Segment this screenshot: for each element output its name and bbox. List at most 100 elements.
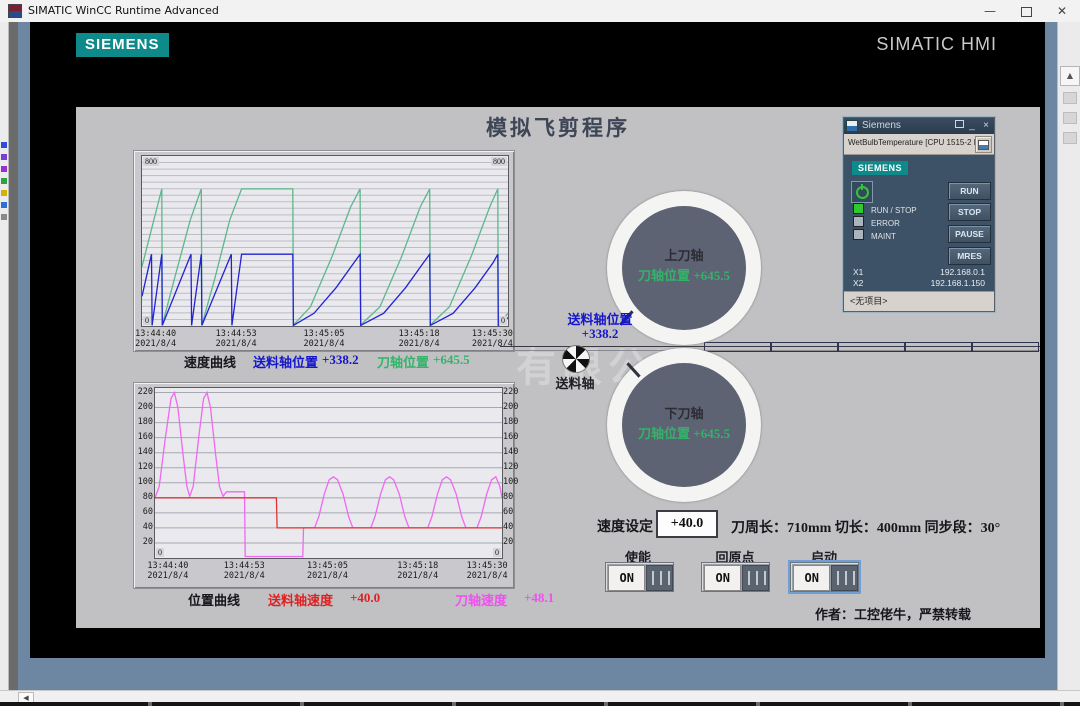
plcsim-close-button[interactable]: × xyxy=(979,118,993,134)
position-trend-plot[interactable]: 0 0 xyxy=(154,387,503,559)
y-tick-label: 120 xyxy=(134,462,153,472)
error-led xyxy=(853,216,864,227)
background-window-sliver-right[interactable]: ▲ xyxy=(1057,22,1080,690)
time-tick-label: 13:45:182021/8/4 xyxy=(399,329,440,349)
maint-led xyxy=(853,229,864,240)
bottom-window-edge xyxy=(0,702,1080,706)
material-cut-segment xyxy=(771,342,838,352)
y-axis-left: 22020018016014012010080604020 xyxy=(134,387,153,557)
feed-roller-icon xyxy=(562,345,590,373)
close-button[interactable]: ✕ xyxy=(1044,0,1080,22)
speed-trend-plot[interactable]: 800 800 0 0 xyxy=(141,155,509,327)
toggle-on-label: ON xyxy=(793,565,830,591)
power-icon xyxy=(856,186,869,199)
run-stop-led-row: RUN / STOP xyxy=(853,203,917,216)
run-button[interactable]: RUN xyxy=(948,182,991,200)
plcsim-instance-name: WetBulbTemperature [CPU 1515-2 PN xyxy=(848,138,985,147)
y-axis-min-label: 0 xyxy=(493,548,501,557)
chart-title: 位置曲线 xyxy=(188,590,240,609)
window-title: SIMATIC WinCC Runtime Advanced xyxy=(28,4,219,17)
plcsim-titlebar[interactable]: Siemens _ × xyxy=(844,118,994,134)
scroll-up-arrow-icon[interactable]: ▲ xyxy=(1060,66,1080,86)
maximize-icon xyxy=(1021,7,1032,17)
lower-shaft-position: 刀轴位置 +645.5 xyxy=(584,423,784,442)
y-tick-label: 220 xyxy=(503,387,522,397)
mres-button[interactable]: MRES xyxy=(948,247,991,265)
speed-setpoint-input[interactable] xyxy=(656,510,718,538)
y-tick-label: 20 xyxy=(503,537,522,547)
legend-feed-speed-label: 送料轴速度 xyxy=(268,590,333,609)
siemens-logo: SIEMENS xyxy=(76,33,169,57)
y-axis-max-label: 800 xyxy=(491,157,507,166)
time-tick-label: 13:45:182021/8/4 xyxy=(397,561,438,581)
y-axis-max-label: 800 xyxy=(143,157,159,166)
plcsim-app-icon xyxy=(846,120,858,132)
y-tick-label: 160 xyxy=(134,432,153,442)
power-button[interactable] xyxy=(851,181,873,203)
time-tick-label: 13:44:402021/8/4 xyxy=(135,329,176,349)
y-tick-label: 80 xyxy=(503,492,522,502)
author-note: 作者：工控佬牛，严禁转载 xyxy=(815,604,971,623)
run-stop-led xyxy=(853,203,864,214)
plcsim-window-title: Siemens xyxy=(862,118,901,134)
lower-shaft-name: 下刀轴 xyxy=(584,403,784,422)
background-window-sliver-left[interactable] xyxy=(0,22,9,690)
y-tick-label: 60 xyxy=(503,507,522,517)
plcsim-cpu-panel: SIEMENS RUN STOP PAUSE MRES RUN / STOP E… xyxy=(844,155,994,291)
toggle-grip[interactable] xyxy=(646,565,673,591)
y-tick-label: 220 xyxy=(134,387,153,397)
window-frame-gap xyxy=(9,22,18,690)
start-toggle[interactable]: ON xyxy=(790,562,859,592)
background-icon xyxy=(1063,112,1077,124)
background-icon xyxy=(1063,92,1077,104)
legend-knife-position-value: +645.5 xyxy=(433,352,470,368)
plcsim-float-button[interactable] xyxy=(952,118,966,134)
time-tick-label: 13:45:302021/8/4 xyxy=(467,561,508,581)
home-toggle[interactable]: ON xyxy=(701,562,770,592)
speed-trend-chart[interactable]: 800 800 0 0 13:44:402021/8/413:44:532021… xyxy=(133,150,515,352)
minimize-button[interactable]: — xyxy=(972,0,1008,22)
os-titlebar: SIMATIC WinCC Runtime Advanced — ✕ xyxy=(0,0,1080,23)
maximize-button[interactable] xyxy=(1008,0,1044,22)
wincc-app-icon xyxy=(8,4,22,18)
material-cut-segment xyxy=(704,342,771,352)
plcsim-siemens-logo: SIEMENS xyxy=(852,161,908,175)
toggle-on-label: ON xyxy=(608,565,645,591)
time-tick-label: 13:44:532021/8/4 xyxy=(224,561,265,581)
y-tick-label: 100 xyxy=(134,477,153,487)
toggle-grip[interactable] xyxy=(742,565,769,591)
y-tick-label: 40 xyxy=(134,522,153,532)
enable-toggle[interactable]: ON xyxy=(605,562,674,592)
plcsim-instance-button[interactable] xyxy=(975,136,992,153)
hmi-bezel-bottom xyxy=(18,658,1057,690)
material-cut-segment xyxy=(972,342,1039,352)
error-led-row: ERROR xyxy=(853,216,900,229)
time-axis: 13:44:402021/8/413:44:532021/8/413:45:05… xyxy=(141,329,507,351)
time-axis: 13:44:402021/8/413:44:532021/8/413:45:05… xyxy=(154,561,501,583)
y-tick-label: 40 xyxy=(503,522,522,532)
cpu-icon xyxy=(978,140,989,150)
time-tick-label: 13:45:052021/8/4 xyxy=(304,329,345,349)
y-tick-label: 60 xyxy=(134,507,153,517)
pause-button[interactable]: PAUSE xyxy=(948,225,991,243)
position-trend-chart[interactable]: 22020018016014012010080604020 2202001801… xyxy=(133,382,515,589)
material-cut-segment xyxy=(905,342,972,352)
upper-shaft-position: 刀轴位置 +645.5 xyxy=(584,265,784,284)
time-tick-label: 13:44:532021/8/4 xyxy=(216,329,257,349)
interface-x2: X2192.168.1.150 xyxy=(853,278,985,288)
screenshot-root: SIMATIC WinCC Runtime Advanced — ✕ ▲ ◀ T… xyxy=(0,0,1080,706)
y-tick-label: 160 xyxy=(503,432,522,442)
stop-button[interactable]: STOP xyxy=(948,203,991,221)
time-tick-label: 13:45:052021/8/4 xyxy=(307,561,348,581)
plcsim-minimize-button[interactable]: _ xyxy=(965,118,979,134)
background-project-tree-icon xyxy=(1,154,7,160)
legend-feed-position-value: +338.2 xyxy=(322,352,359,368)
y-tick-label: 180 xyxy=(134,417,153,427)
plcsim-project-selector[interactable]: <无项目> xyxy=(844,291,994,311)
plcsim-instance-selector[interactable]: WetBulbTemperature [CPU 1515-2 PN xyxy=(844,134,994,155)
toggle-on-label: ON xyxy=(704,565,741,591)
background-icon xyxy=(1063,132,1077,144)
legend-knife-speed-value: +48.1 xyxy=(524,590,554,606)
legend-feed-position-label: 送料轴位置 xyxy=(253,352,318,371)
toggle-grip[interactable] xyxy=(831,565,858,591)
